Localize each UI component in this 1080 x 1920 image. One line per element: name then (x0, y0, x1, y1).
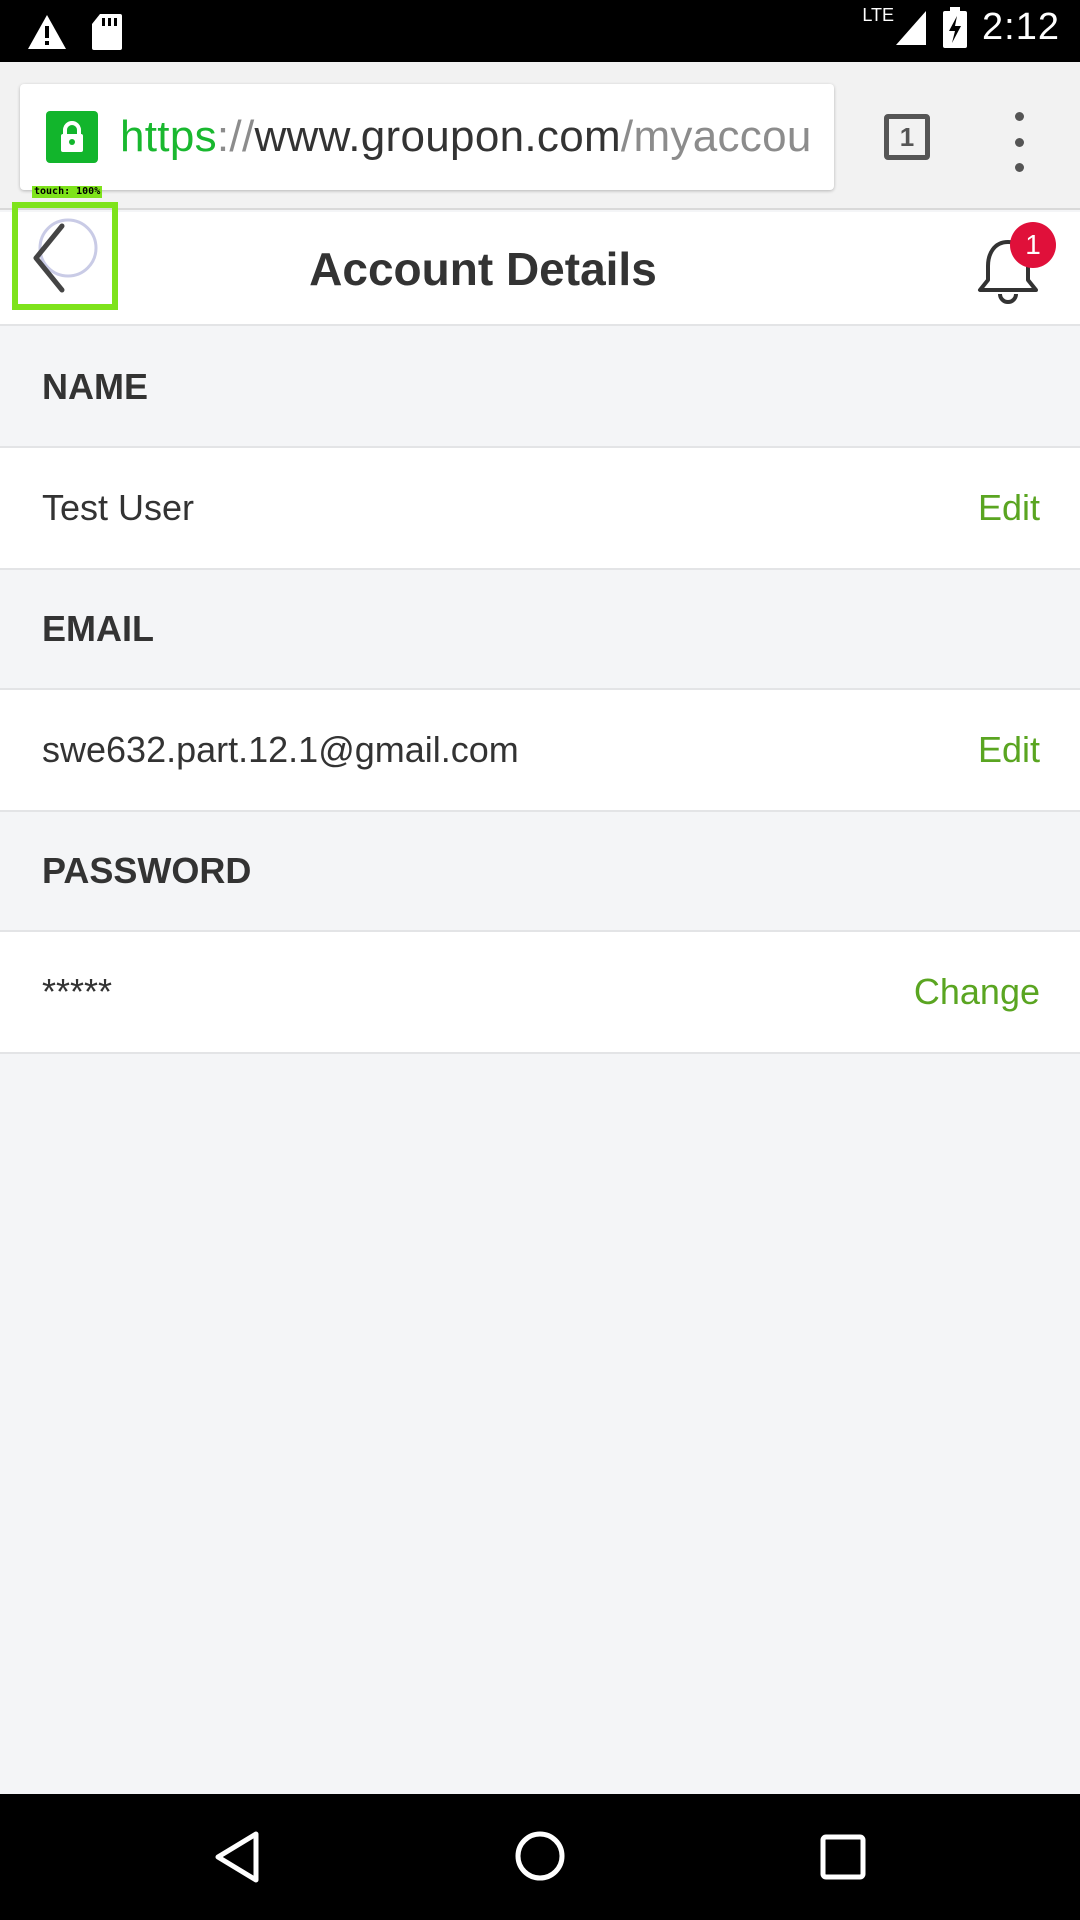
section-header-password: PASSWORD (0, 812, 1080, 932)
notification-badge: 1 (1010, 222, 1056, 268)
clock: 2:12 (982, 6, 1060, 48)
nav-recents-icon[interactable] (820, 1834, 866, 1880)
back-button[interactable]: touch: 100% (12, 186, 118, 310)
system-navigation-bar (0, 1794, 1080, 1920)
battery-charging-icon (943, 6, 968, 48)
status-bar: LTE 2:12 (0, 0, 1080, 62)
warning-icon (28, 15, 66, 49)
browser-toolbar: https://www.groupon.com/myaccount 1 (0, 62, 1080, 210)
account-details-list: NAME Test User Edit EMAIL swe632.part.12… (0, 328, 1080, 1054)
email-row: swe632.part.12.1@gmail.com Edit (0, 690, 1080, 812)
signal-icon (896, 10, 927, 45)
edit-email-link[interactable]: Edit (978, 729, 1040, 771)
touch-indicator-label: touch: 100% (32, 186, 103, 198)
password-row: ***** Change (0, 932, 1080, 1054)
back-chevron-icon (33, 218, 98, 293)
sd-card-icon (92, 14, 122, 50)
password-value: ***** (42, 971, 113, 1012)
name-row: Test User Edit (0, 448, 1080, 570)
nav-back-icon[interactable] (212, 1830, 262, 1884)
tab-count: 1 (899, 121, 915, 152)
lock-icon (46, 111, 98, 163)
tab-switcher-button[interactable]: 1 (884, 114, 930, 160)
url-scheme: https (120, 112, 217, 161)
change-password-link[interactable]: Change (914, 971, 1040, 1013)
edit-name-link[interactable]: Edit (978, 487, 1040, 529)
section-header-name: NAME (0, 328, 1080, 448)
app-header: Account Details touch: 100% (0, 186, 1080, 326)
url-separator: :// (216, 112, 255, 161)
email-value: swe632.part.12.1@gmail.com (42, 729, 519, 770)
nav-home-icon[interactable] (514, 1830, 566, 1882)
section-header-email: EMAIL (0, 570, 1080, 690)
name-value: Test User (42, 487, 195, 528)
url-host: www.groupon.com (254, 112, 621, 161)
url-text: https://www.groupon.com/myaccount (120, 112, 810, 162)
overflow-menu-icon[interactable] (1004, 112, 1034, 172)
lte-label: LTE (862, 5, 895, 25)
address-bar[interactable]: https://www.groupon.com/myaccount (20, 84, 834, 190)
url-path: /myaccount (620, 112, 810, 161)
page-title: Account Details (309, 243, 657, 295)
